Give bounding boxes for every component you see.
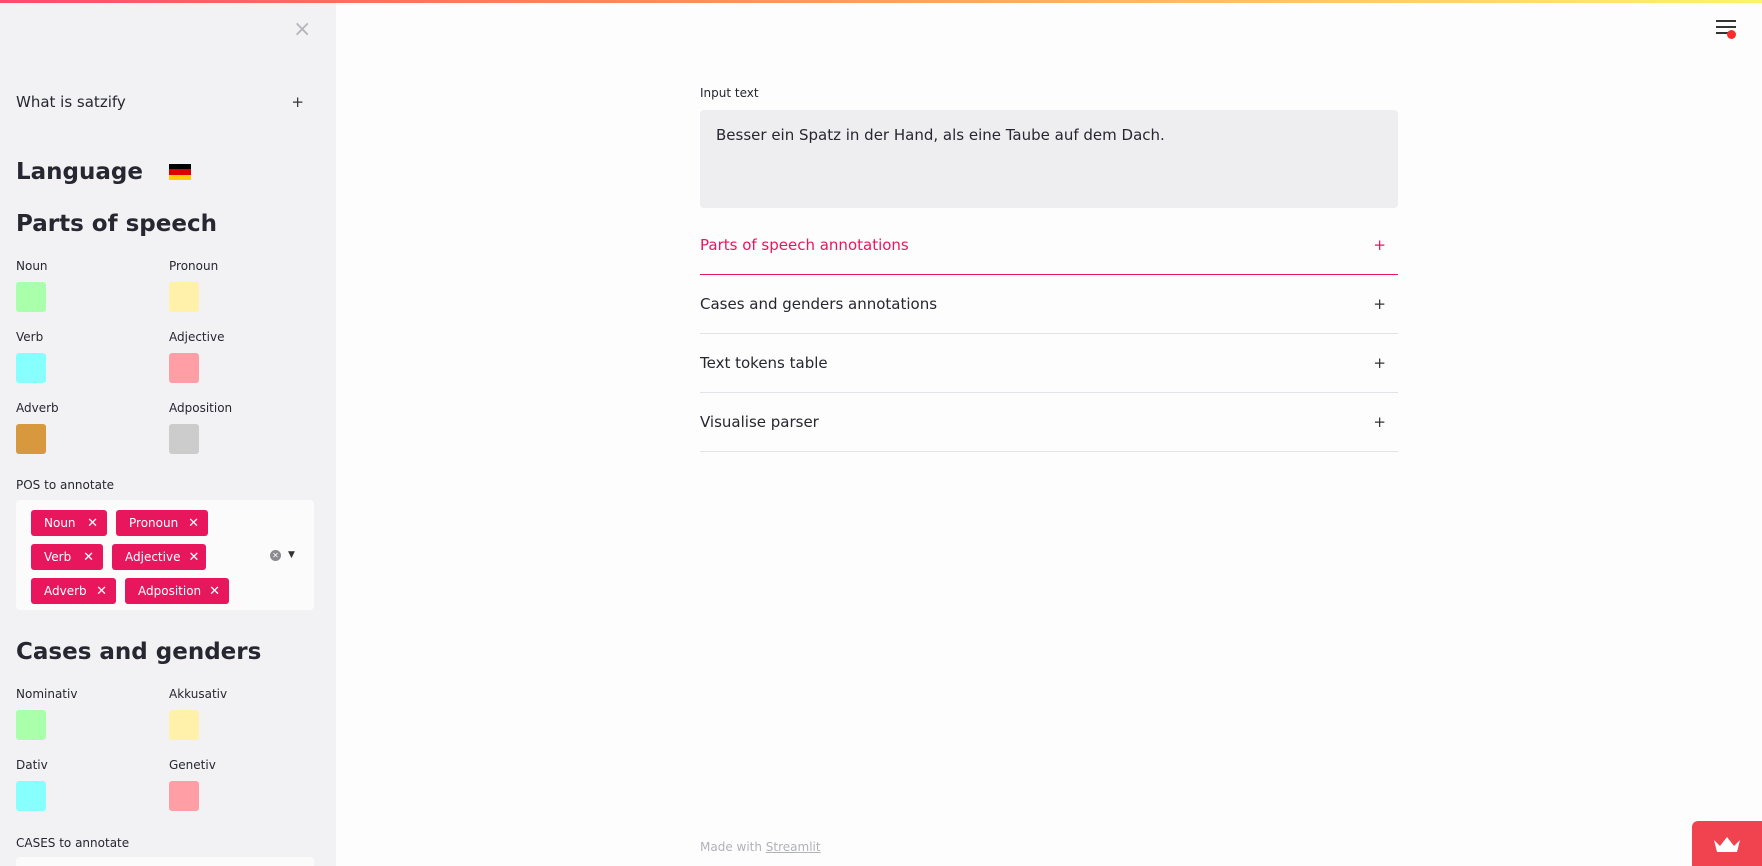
- sidebar: × What is satzify + Language Parts of sp…: [0, 3, 336, 866]
- expander-label: Cases and genders annotations: [700, 295, 938, 313]
- color-picker-akkusativ[interactable]: [169, 710, 199, 740]
- expander-label: Text tokens table: [700, 354, 828, 372]
- notification-dot: [1727, 30, 1736, 39]
- plus-icon: +: [291, 93, 304, 111]
- tag-label: Verb: [44, 550, 72, 564]
- remove-tag-icon[interactable]: ✕: [96, 584, 107, 599]
- swatch-label: Adverb: [16, 401, 59, 415]
- expander-cases-annotations[interactable]: Cases and genders annotations +: [700, 275, 1398, 334]
- swatch-label: Akkusativ: [169, 687, 228, 701]
- swatch-label: Pronoun: [169, 259, 219, 273]
- german-flag-icon[interactable]: [169, 164, 191, 180]
- case-swatch-akkusativ: Akkusativ: [169, 687, 316, 758]
- swatch-label: Dativ: [16, 758, 48, 772]
- tag-verb: Verb ✕: [31, 544, 103, 570]
- footer: Made with Streamlit: [700, 840, 821, 854]
- color-picker-noun[interactable]: [16, 282, 46, 312]
- swatch-label: Adposition: [169, 401, 233, 415]
- remove-tag-icon[interactable]: ✕: [188, 516, 199, 531]
- case-swatch-genetiv: Genetiv: [169, 758, 316, 829]
- swatch-label: Genetiv: [169, 758, 216, 772]
- tag-label: Pronoun: [129, 516, 179, 530]
- plus-icon: +: [1373, 295, 1386, 313]
- tag-adjective: Adjective ✕: [112, 544, 206, 570]
- tag-label: Adjective: [125, 550, 181, 564]
- expander-label: Parts of speech annotations: [700, 236, 909, 254]
- remove-tag-icon[interactable]: ✕: [188, 550, 199, 565]
- color-picker-nominativ[interactable]: [16, 710, 46, 740]
- streamlit-link[interactable]: Streamlit: [766, 840, 821, 854]
- tag-label: Noun: [44, 516, 76, 530]
- crown-icon-svg: [1714, 836, 1740, 852]
- case-swatch-dativ: Dativ: [16, 758, 169, 829]
- what-is-satzify-expander[interactable]: What is satzify +: [16, 93, 304, 111]
- pos-swatch-noun: Noun: [16, 259, 169, 330]
- swatch-label: Verb: [16, 330, 44, 344]
- expander-pos-annotations[interactable]: Parts of speech annotations +: [700, 216, 1398, 275]
- pos-swatch-adverb: Adverb: [16, 401, 169, 472]
- tag-adverb: Adverb ✕: [31, 578, 116, 604]
- plus-icon: +: [1373, 413, 1386, 431]
- color-picker-adverb[interactable]: [16, 424, 46, 454]
- cases-to-annotate-label: CASES to annotate: [16, 836, 130, 850]
- color-picker-adjective[interactable]: [169, 353, 199, 383]
- color-picker-pronoun[interactable]: [169, 282, 199, 312]
- pos-multiselect[interactable]: Noun ✕ Pronoun ✕ Verb ✕ Adjective ✕ Adve…: [16, 500, 314, 610]
- remove-tag-icon[interactable]: ✕: [209, 584, 220, 599]
- what-is-satzify-label: What is satzify: [16, 93, 126, 111]
- remove-tag-icon[interactable]: ✕: [87, 516, 98, 531]
- tag-noun: Noun ✕: [31, 510, 107, 536]
- remove-tag-icon[interactable]: ✕: [83, 550, 94, 565]
- swatch-label: Adjective: [169, 330, 225, 344]
- plus-icon: +: [1373, 236, 1386, 254]
- swatch-label: Noun: [16, 259, 48, 273]
- color-picker-dativ[interactable]: [16, 781, 46, 811]
- close-icon[interactable]: ×: [293, 19, 311, 41]
- language-row: Language: [16, 159, 191, 185]
- tag-adposition: Adposition ✕: [125, 578, 229, 604]
- expander-tokens-table[interactable]: Text tokens table +: [700, 334, 1398, 393]
- chevron-down-icon[interactable]: ▼: [288, 550, 295, 560]
- input-text-area[interactable]: Besser ein Spatz in der Hand, als eine T…: [700, 110, 1398, 208]
- streamlit-crown-icon[interactable]: [1692, 821, 1762, 866]
- pos-to-annotate-label: POS to annotate: [16, 478, 115, 492]
- pos-swatch-pronoun: Pronoun: [169, 259, 316, 330]
- color-picker-adposition[interactable]: [169, 424, 199, 454]
- clear-all-icon[interactable]: ✕: [270, 550, 281, 561]
- color-picker-genetiv[interactable]: [169, 781, 199, 811]
- cases-heading: Cases and genders: [16, 639, 262, 665]
- language-heading: Language: [16, 159, 143, 185]
- pos-swatch-adjective: Adjective: [169, 330, 316, 401]
- pos-swatch-adposition: Adposition: [169, 401, 316, 472]
- tag-label: Adposition: [138, 584, 202, 598]
- pos-swatch-grid: Noun Pronoun Verb Adjective Adverb Adpos…: [16, 259, 316, 472]
- input-text-label: Input text: [700, 86, 759, 100]
- case-swatch-nominativ: Nominativ: [16, 687, 169, 758]
- color-picker-verb[interactable]: [16, 353, 46, 383]
- cases-multiselect[interactable]: [16, 857, 314, 866]
- plus-icon: +: [1373, 354, 1386, 372]
- pos-heading: Parts of speech: [16, 211, 217, 237]
- tag-pronoun: Pronoun ✕: [116, 510, 208, 536]
- expander-label: Visualise parser: [700, 413, 819, 431]
- tag-label: Adverb: [44, 584, 87, 598]
- case-swatch-grid: Nominativ Akkusativ Dativ Genetiv: [16, 687, 316, 829]
- footer-text: Made with: [700, 840, 766, 854]
- swatch-label: Nominativ: [16, 687, 78, 701]
- expander-visualise-parser[interactable]: Visualise parser +: [700, 393, 1398, 452]
- pos-swatch-verb: Verb: [16, 330, 169, 401]
